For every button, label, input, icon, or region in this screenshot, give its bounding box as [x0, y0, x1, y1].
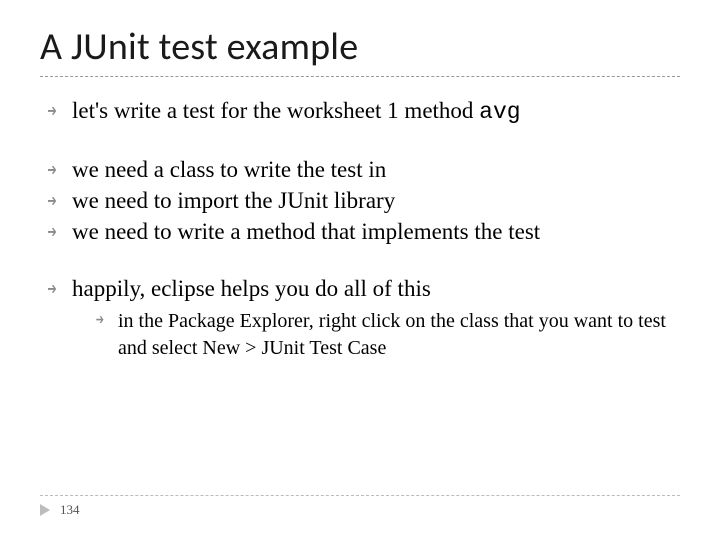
- bullet-item: let's write a test for the worksheet 1 m…: [46, 95, 680, 128]
- page-number: 134: [60, 502, 80, 518]
- sub-bullet-item: in the Package Explorer, right click on …: [94, 308, 680, 362]
- bullet-text: we need to import the JUnit library: [72, 188, 395, 213]
- bullet-text: we need a class to write the test in: [72, 157, 386, 182]
- bullet-text: happily, eclipse helps you do all of thi…: [72, 276, 431, 301]
- title-divider: [40, 76, 680, 77]
- bullet-text: in the Package Explorer, right click on …: [118, 310, 666, 359]
- bullet-spacer: [46, 128, 680, 154]
- bullet-text: let's write a test for the worksheet 1 m…: [72, 98, 479, 123]
- bullet-item: we need to import the JUnit library: [46, 185, 680, 216]
- footer-row: 134: [40, 502, 680, 518]
- bullet-item: we need to write a method that implement…: [46, 216, 680, 247]
- bullet-item: happily, eclipse helps you do all of thi…: [46, 273, 680, 362]
- bullet-spacer: [46, 247, 680, 273]
- code-text: avg: [479, 99, 520, 125]
- slide: A JUnit test example let's write a test …: [0, 0, 720, 540]
- bullet-text: we need to write a method that implement…: [72, 219, 540, 244]
- bullet-item: we need a class to write the test in: [46, 154, 680, 185]
- bullet-list: let's write a test for the worksheet 1 m…: [40, 95, 680, 362]
- footer-divider: [40, 495, 680, 496]
- slide-footer: 134: [40, 495, 680, 518]
- play-icon: [40, 504, 50, 516]
- slide-title: A JUnit test example: [40, 24, 680, 70]
- sub-bullet-list: in the Package Explorer, right click on …: [72, 308, 680, 362]
